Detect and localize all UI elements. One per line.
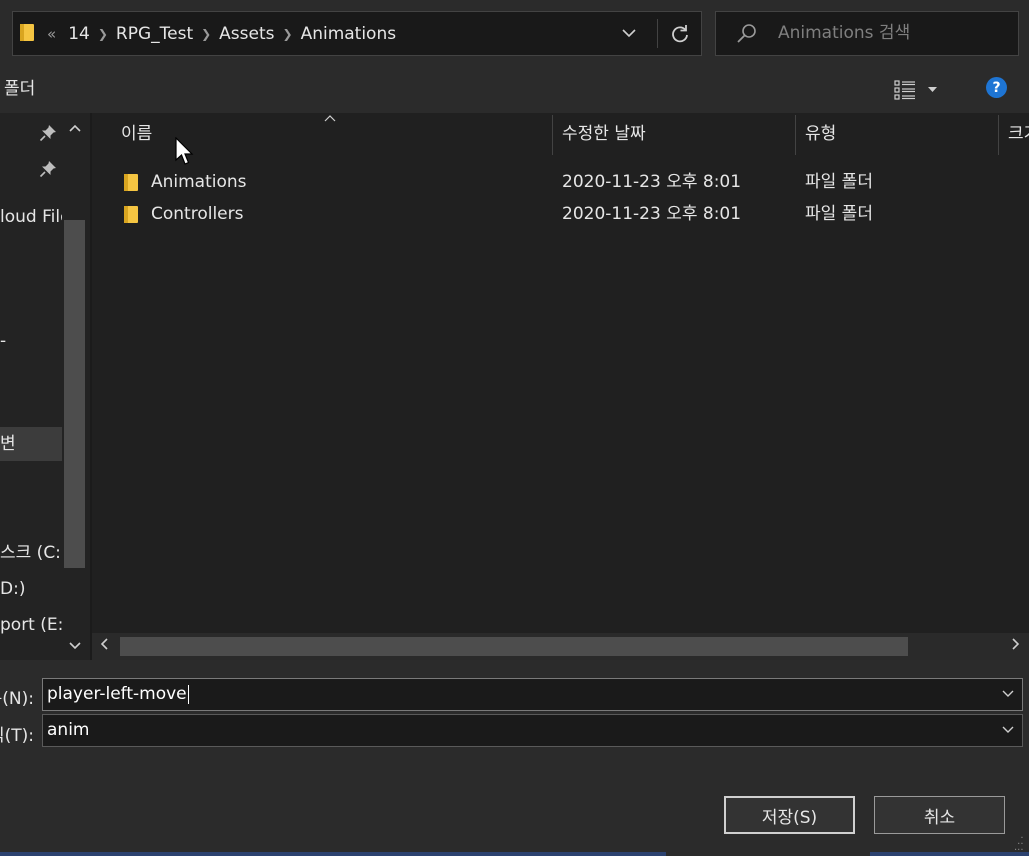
text-caret (187, 684, 189, 704)
refresh-button[interactable] (661, 12, 699, 55)
scroll-left-arrow-icon[interactable] (100, 633, 108, 660)
nav-vertical-scrollbar[interactable] (62, 113, 87, 660)
file-list[interactable]: 이름 수정한 날짜 유형 크기 Animations 2020-11-23 오후… (92, 113, 1029, 660)
chevron-down-icon (622, 29, 636, 38)
view-options-button[interactable] (894, 77, 946, 103)
nav-item-cloud-files[interactable]: loud File (0, 201, 62, 233)
breadcrumb-item-animations[interactable]: Animations (295, 24, 403, 44)
sort-ascending-icon (324, 113, 336, 125)
filetype-label: 식(T): (0, 726, 34, 746)
filename-label: 름(N): (0, 689, 34, 709)
scroll-up-arrow-icon[interactable] (62, 121, 87, 135)
column-divider[interactable] (795, 115, 796, 155)
chevron-right-icon[interactable]: ❯ (199, 27, 213, 41)
file-type: 파일 폴더 (805, 204, 873, 224)
file-type: 파일 폴더 (805, 172, 873, 192)
column-header-name[interactable]: 이름 (121, 113, 152, 156)
column-divider[interactable] (552, 115, 553, 155)
breadcrumb-item-assets[interactable]: Assets (213, 24, 280, 44)
nav-item-unknown[interactable]: - (0, 325, 62, 357)
cancel-button[interactable]: 취소 (874, 796, 1005, 834)
pin-icon[interactable] (39, 124, 57, 142)
folder-icon (13, 22, 41, 46)
chevron-down-icon[interactable] (1002, 679, 1014, 710)
new-folder-button[interactable]: 폴더 (4, 66, 35, 113)
scrollbar-thumb[interactable] (120, 637, 908, 656)
overflow-chevron[interactable]: « (41, 25, 62, 43)
details-view-icon (894, 80, 915, 100)
file-row[interactable]: Controllers 2020-11-23 오후 8:01 파일 폴더 (92, 198, 1029, 230)
taskbar-edge (870, 852, 1029, 856)
column-header-type[interactable]: 유형 (805, 113, 836, 156)
scroll-right-arrow-icon[interactable] (1012, 633, 1020, 660)
column-header-size[interactable]: 크기 (1008, 113, 1029, 156)
search-placeholder: Animations 검색 (778, 23, 911, 43)
breadcrumb-item-rpg-test[interactable]: RPG_Test (110, 24, 199, 44)
filetype-select[interactable]: anim (42, 714, 1023, 747)
help-button[interactable]: ? (986, 77, 1007, 98)
scrollbar-thumb[interactable] (64, 220, 85, 568)
divider (657, 19, 658, 48)
scroll-down-arrow-icon[interactable] (62, 639, 87, 653)
save-button[interactable]: 저장(S) (724, 796, 855, 834)
nav-item-selected[interactable]: 변 (0, 427, 62, 461)
pin-icon[interactable] (39, 160, 57, 178)
address-toolbar: « 14 ❯ RPG_Test ❯ Assets ❯ Animations An… (0, 0, 1029, 66)
file-name: Animations (151, 172, 247, 192)
search-box[interactable]: Animations 검색 (715, 11, 1019, 56)
navigation-pane[interactable]: loud File - 변 스크 (C:) D:) port (E:) (0, 113, 90, 660)
folder-icon (124, 174, 138, 191)
address-bar[interactable]: « 14 ❯ RPG_Test ❯ Assets ❯ Animations (12, 11, 702, 56)
file-row[interactable]: Animations 2020-11-23 오후 8:01 파일 폴더 (92, 166, 1029, 198)
taskbar-edge (0, 852, 666, 856)
file-name: Controllers (151, 204, 244, 224)
horizontal-scrollbar[interactable] (92, 633, 1029, 660)
column-divider[interactable] (998, 115, 999, 155)
column-header-modified[interactable]: 수정한 날짜 (562, 113, 646, 156)
file-modified: 2020-11-23 오후 8:01 (562, 204, 742, 224)
nav-item-drive-c[interactable]: 스크 (C:) (0, 537, 62, 569)
chevron-down-icon[interactable] (1002, 715, 1014, 746)
breadcrumb: « 14 ❯ RPG_Test ❯ Assets ❯ Animations (13, 12, 402, 55)
save-form: 름(N): player-left-move 식(T): anim 저장(S) … (0, 660, 1029, 856)
filetype-value: anim (47, 720, 90, 740)
caret-down-icon (928, 87, 937, 92)
search-icon (737, 24, 756, 43)
nav-item-drive-e[interactable]: port (E:) (0, 609, 62, 641)
refresh-icon (672, 24, 688, 42)
chevron-right-icon[interactable]: ❯ (96, 27, 110, 41)
file-modified: 2020-11-23 오후 8:01 (562, 172, 742, 192)
nav-item-drive-d[interactable]: D:) (0, 573, 62, 605)
address-history-dropdown[interactable] (613, 12, 645, 55)
filename-field[interactable]: player-left-move (42, 678, 1023, 711)
breadcrumb-item-14[interactable]: 14 (62, 24, 96, 44)
mouse-cursor-icon (175, 137, 194, 165)
chevron-right-icon[interactable]: ❯ (281, 27, 295, 41)
filename-value: player-left-move (47, 684, 187, 704)
folder-icon (124, 206, 138, 223)
command-bar: 폴더 ? (0, 66, 1029, 113)
